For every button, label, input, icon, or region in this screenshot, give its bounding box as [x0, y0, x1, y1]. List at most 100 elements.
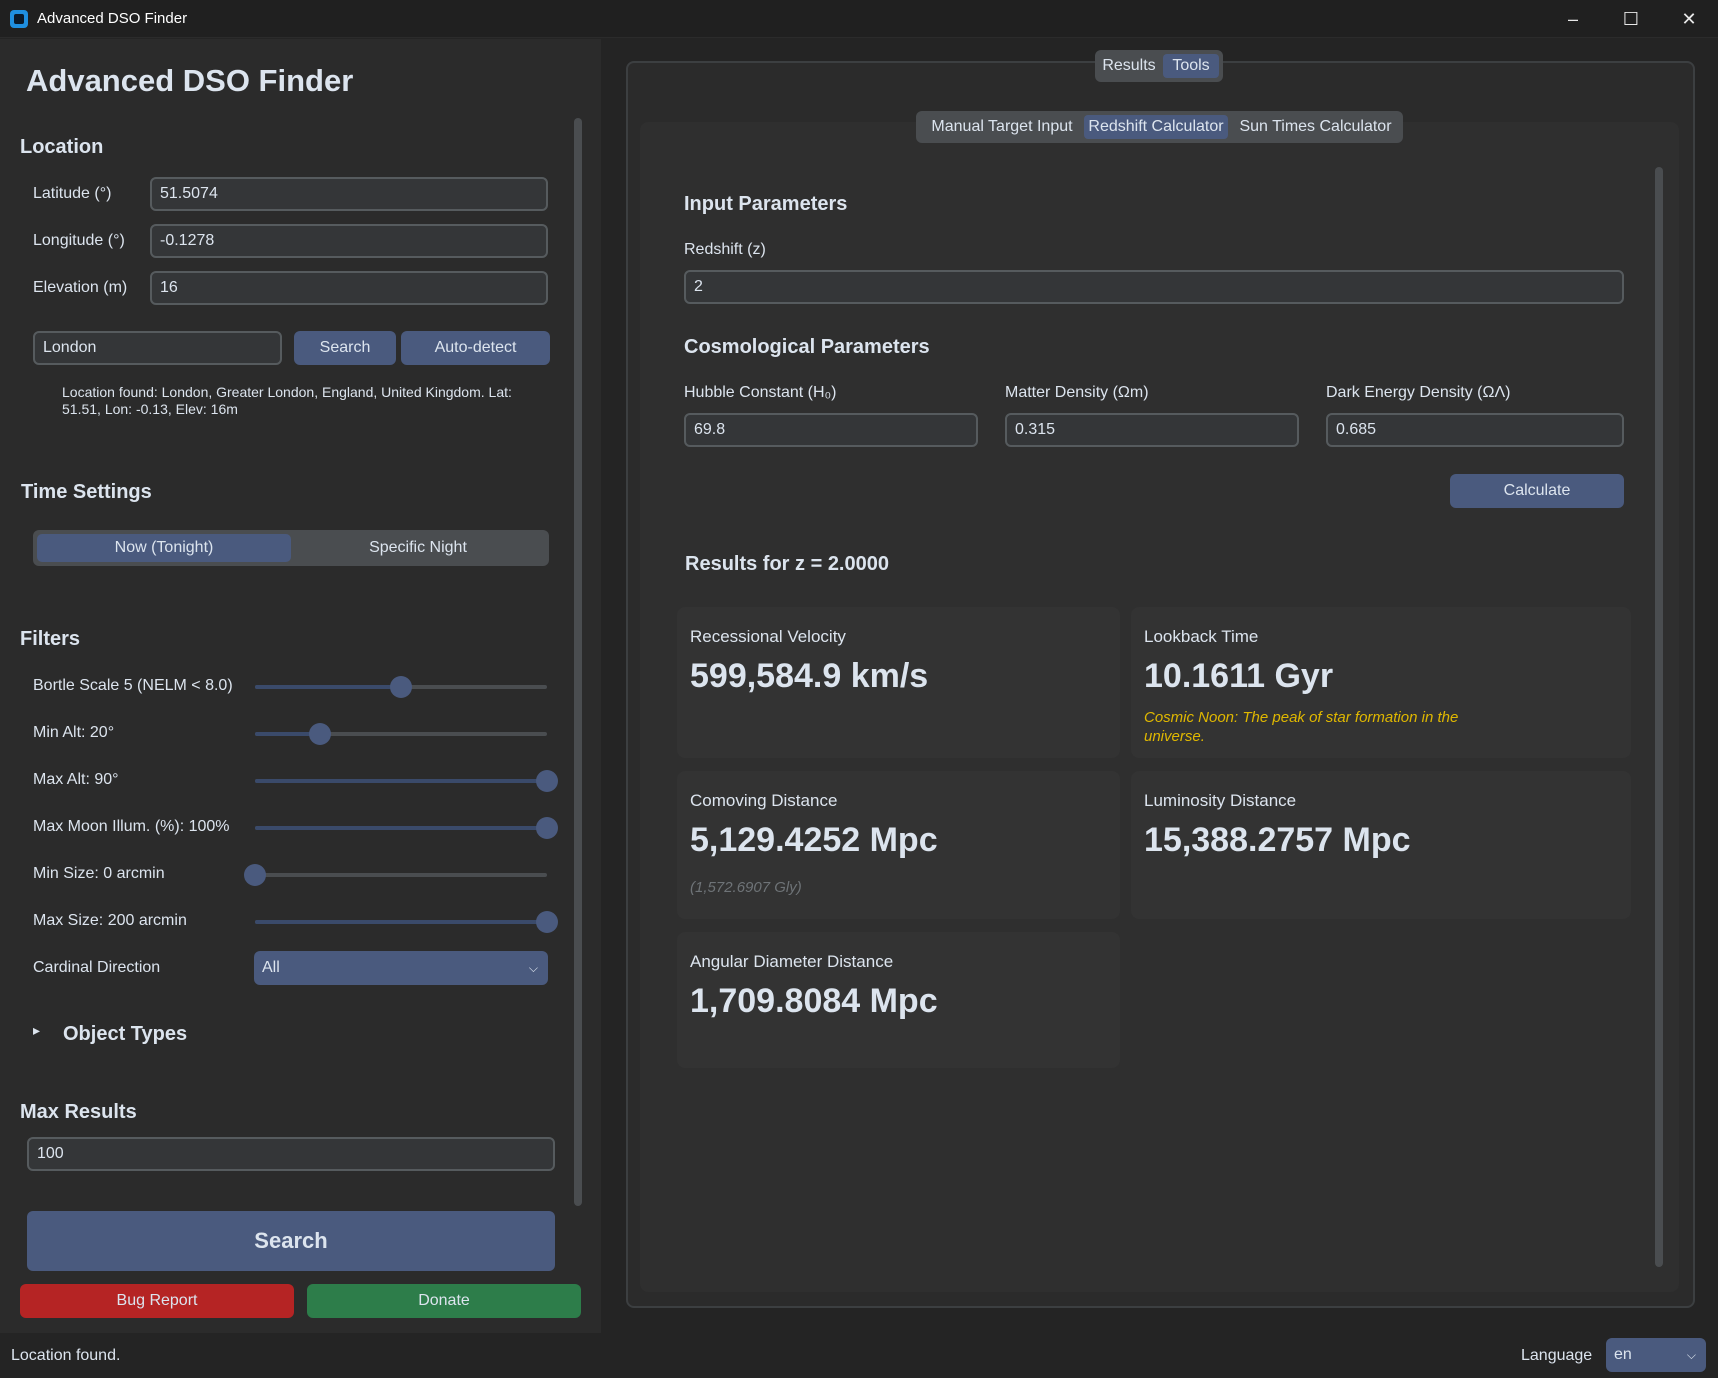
dark-energy-label: Dark Energy Density (ΩΛ): [1326, 384, 1511, 401]
tab-redshift-calculator[interactable]: Redshift Calculator: [1084, 115, 1228, 139]
comoving-distance-label: Comoving Distance: [690, 791, 838, 810]
bortle-label: Bortle Scale 5 (NELM < 8.0): [33, 677, 233, 694]
status-bar: Location found. Language en ⌵: [0, 1334, 1718, 1378]
status-message: Location found.: [11, 1347, 121, 1364]
lookback-note: Cosmic Noon: The peak of star formation …: [1144, 709, 1459, 745]
lookback-time-label: Lookback Time: [1144, 627, 1259, 646]
min-alt-label: Min Alt: 20°: [33, 724, 115, 741]
slider-knob[interactable]: [244, 864, 266, 886]
angular-diameter-distance-card: Angular Diameter Distance 1,709.8084 Mpc: [677, 932, 1120, 1068]
comoving-gly-note: (1,572.6907 Gly): [690, 879, 802, 896]
lookback-time-value: 10.1611 Gyr: [1144, 657, 1334, 695]
time-option-now[interactable]: Now (Tonight): [37, 534, 291, 562]
min-size-label: Min Size: 0 arcmin: [33, 865, 165, 882]
max-results-heading: Max Results: [20, 1101, 137, 1123]
location-heading: Location: [20, 136, 104, 158]
longitude-label: Longitude (°): [33, 232, 125, 249]
max-alt-label: Max Alt: 90°: [33, 771, 119, 788]
chevron-down-icon: ⌵: [1686, 1348, 1696, 1362]
slider-knob[interactable]: [308, 723, 331, 745]
latitude-input[interactable]: 51.5074: [150, 177, 548, 211]
tools-tabbar: Manual Target Input Redshift Calculator …: [916, 111, 1403, 143]
longitude-input[interactable]: -0.1278: [150, 224, 548, 258]
calculate-button[interactable]: Calculate: [1450, 474, 1624, 508]
latitude-label: Latitude (°): [33, 185, 112, 202]
slider-knob[interactable]: [536, 770, 558, 792]
matter-density-label: Matter Density (Ωm): [1005, 384, 1149, 401]
filters-heading: Filters: [20, 628, 81, 650]
language-label: Language: [1521, 1347, 1593, 1364]
window-titlebar: Advanced DSO Finder – ☐ ✕: [0, 0, 1718, 38]
location-search-input[interactable]: London: [33, 331, 282, 365]
expand-arrow-icon[interactable]: ▸: [33, 1022, 40, 1039]
dark-energy-input[interactable]: 0.685: [1326, 413, 1624, 447]
redshift-label: Redshift (z): [684, 241, 766, 258]
hubble-input[interactable]: 69.8: [684, 413, 978, 447]
max-size-label: Max Size: 200 arcmin: [33, 912, 187, 929]
app-icon: [10, 10, 28, 28]
tab-manual-target-input[interactable]: Manual Target Input: [920, 115, 1084, 139]
location-found-note: Location found: London, Greater London, …: [62, 384, 512, 417]
window-title: Advanced DSO Finder: [37, 10, 188, 27]
results-heading: Results for z = 2.0000: [685, 553, 889, 575]
recessional-velocity-value: 599,584.9 km/s: [690, 657, 929, 695]
cardinal-direction-label: Cardinal Direction: [33, 959, 161, 976]
time-option-specific-night[interactable]: Specific Night: [291, 534, 545, 562]
donate-button[interactable]: Donate: [307, 1284, 581, 1318]
maximize-button[interactable]: ☐: [1602, 0, 1660, 38]
main-search-button[interactable]: Search: [27, 1211, 555, 1271]
sidebar-scrollbar[interactable]: [574, 118, 582, 1206]
slider-knob[interactable]: [536, 911, 558, 933]
slider-knob[interactable]: [390, 676, 412, 698]
comoving-distance-card: Comoving Distance 5,129.4252 Mpc (1,572.…: [677, 771, 1120, 919]
luminosity-distance-value: 15,388.2757 Mpc: [1144, 821, 1411, 859]
recessional-velocity-label: Recessional Velocity: [690, 627, 846, 646]
bug-report-button[interactable]: Bug Report: [20, 1284, 294, 1318]
max-moon-slider[interactable]: [255, 817, 558, 839]
bortle-slider[interactable]: [255, 676, 547, 698]
elevation-label: Elevation (m): [33, 279, 128, 296]
max-results-input[interactable]: 100: [27, 1137, 555, 1171]
location-search-button[interactable]: Search: [294, 331, 396, 365]
comoving-distance-value: 5,129.4252 Mpc: [690, 821, 938, 859]
minimize-button[interactable]: –: [1544, 0, 1602, 38]
slider-fill: [255, 685, 401, 689]
slider-knob[interactable]: [536, 817, 558, 839]
elevation-input[interactable]: 16: [150, 271, 548, 305]
language-value: en: [1614, 1346, 1632, 1363]
slider-fill: [255, 920, 547, 924]
sidebar: Advanced DSO Finder Location Latitude (°…: [0, 39, 601, 1333]
hubble-label: Hubble Constant (H₀): [684, 384, 837, 401]
matter-density-input[interactable]: 0.315: [1005, 413, 1299, 447]
tab-tools[interactable]: Tools: [1163, 54, 1219, 78]
tab-results[interactable]: Results: [1099, 54, 1159, 78]
cardinal-direction-value: All: [262, 959, 280, 976]
slider-fill: [255, 779, 547, 783]
language-dropdown[interactable]: en ⌵: [1606, 1338, 1706, 1372]
luminosity-distance-card: Luminosity Distance 15,388.2757 Mpc: [1131, 771, 1631, 919]
redshift-input[interactable]: 2: [684, 270, 1624, 304]
max-moon-label: Max Moon Illum. (%): 100%: [33, 818, 230, 835]
min-alt-slider[interactable]: [255, 723, 547, 745]
autodetect-button[interactable]: Auto-detect: [401, 331, 550, 365]
angular-diameter-distance-value: 1,709.8084 Mpc: [690, 982, 938, 1020]
input-parameters-heading: Input Parameters: [684, 193, 848, 215]
luminosity-distance-label: Luminosity Distance: [1144, 791, 1297, 810]
object-types-expander[interactable]: Object Types: [63, 1023, 187, 1046]
slider-fill: [255, 826, 547, 830]
angular-diameter-distance-label: Angular Diameter Distance: [690, 952, 894, 971]
max-size-slider[interactable]: [255, 911, 558, 933]
lookback-time-card: Lookback Time 10.1611 Gyr Cosmic Noon: T…: [1131, 607, 1631, 758]
tools-scrollbar[interactable]: [1655, 167, 1663, 1267]
recessional-velocity-card: Recessional Velocity 599,584.9 km/s: [677, 607, 1120, 758]
app-title: Advanced DSO Finder: [26, 63, 354, 98]
cardinal-direction-dropdown[interactable]: All ⌵: [254, 951, 548, 985]
chevron-down-icon: ⌵: [528, 961, 538, 975]
close-button[interactable]: ✕: [1660, 0, 1718, 38]
time-settings-heading: Time Settings: [21, 481, 152, 503]
cosmological-parameters-heading: Cosmological Parameters: [684, 336, 930, 358]
min-size-slider[interactable]: [244, 864, 547, 886]
tab-sun-times-calculator[interactable]: Sun Times Calculator: [1232, 115, 1399, 139]
max-alt-slider[interactable]: [255, 770, 558, 792]
main-tabbar: Results Tools: [1095, 50, 1223, 82]
